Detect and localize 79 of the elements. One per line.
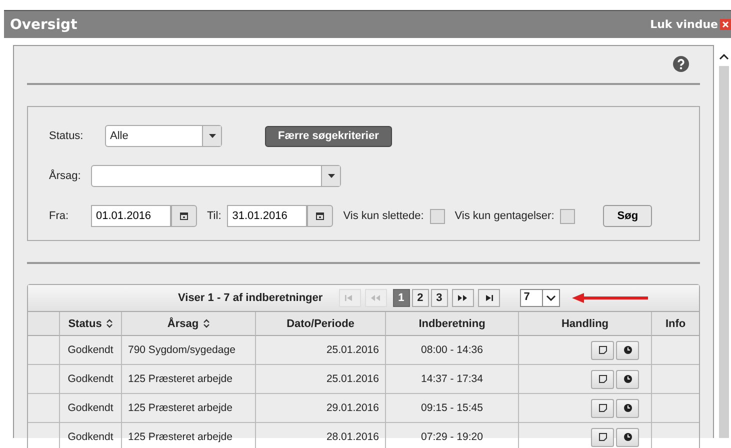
clock-button[interactable] [616, 340, 639, 360]
column-header: Indberetning [386, 312, 519, 336]
clock-button[interactable] [616, 398, 639, 418]
skip-start-icon [345, 295, 354, 301]
window-title: Oversigt [10, 16, 78, 32]
sort-icon [202, 319, 210, 328]
caret-icon [208, 134, 216, 138]
close-icon [720, 19, 731, 30]
note-button[interactable] [591, 398, 614, 418]
next-page-button[interactable] [452, 289, 474, 307]
checkbox[interactable] [430, 208, 445, 224]
note-button[interactable] [591, 428, 614, 446]
help-icon[interactable] [673, 56, 690, 72]
checkbox-label: Vis kun slettede: [343, 210, 424, 222]
calendar-button[interactable] [307, 205, 334, 227]
table-cell: 25.01.2016 [256, 365, 386, 394]
calendar-button[interactable] [171, 205, 197, 227]
clock-icon [624, 346, 632, 354]
table-cell: 125 Præsteret arbejde [122, 365, 256, 394]
status-dropdown[interactable]: Alle [105, 125, 222, 147]
table-cell: Godkendt [60, 423, 122, 448]
search-button[interactable]: Søg [603, 205, 652, 227]
page-button[interactable]: 1 [392, 289, 410, 307]
sortable-column-header[interactable]: Status [60, 312, 122, 336]
table-cell: 29.01.2016 [256, 394, 386, 423]
scroll-up-icon [719, 54, 730, 60]
table-cell: 790 Sygdom/sygedage [122, 336, 256, 365]
table-cell: 08:00 - 14:36 [386, 336, 519, 365]
calendar-icon [180, 212, 188, 220]
table-cell: 28.01.2016 [256, 423, 386, 448]
sortable-column-header[interactable]: Årsag [122, 312, 256, 336]
skip-end-icon [484, 295, 494, 301]
note-icon [598, 375, 606, 383]
checkbox[interactable] [560, 208, 576, 224]
field-label: Til: [207, 210, 222, 222]
page-button[interactable]: 2 [412, 289, 429, 307]
note-button[interactable] [591, 370, 614, 388]
clock-icon [624, 375, 632, 383]
fewer-criteria-button[interactable]: Færre søgekriterier [265, 126, 392, 146]
note-icon [598, 346, 606, 354]
column-header: Handling [519, 312, 652, 336]
results-summary: Viser 1 - 7 af indberetninger [178, 292, 323, 304]
checkbox-label: Vis kun gentagelser: [454, 210, 554, 222]
row-selector-cell [28, 394, 60, 423]
chevron-down-icon [546, 295, 556, 301]
clock-button[interactable] [616, 428, 639, 446]
page-size-dropdown[interactable]: 7 [520, 289, 560, 307]
column-header: Dato/Periode [256, 312, 386, 336]
note-icon [598, 404, 606, 412]
last-page-button[interactable] [478, 289, 500, 307]
table-cell: 125 Præsteret arbejde [122, 394, 256, 423]
column-header [28, 312, 60, 336]
field-label: Årsag: [49, 170, 82, 182]
row-selector-cell [28, 336, 60, 365]
note-button[interactable] [591, 340, 614, 360]
calendar-icon [316, 212, 324, 220]
table-cell: 14:37 - 17:34 [386, 365, 519, 394]
table-cell: 07:29 - 19:20 [386, 423, 519, 448]
column-header: Info [652, 312, 700, 336]
table-cell: 25.01.2016 [256, 336, 386, 365]
clock-icon [624, 433, 632, 441]
page-button[interactable]: 3 [430, 289, 448, 307]
clock-icon [624, 404, 632, 412]
field-label: Status: [49, 130, 84, 142]
clock-button[interactable] [616, 370, 639, 388]
fast-forward-icon [458, 295, 468, 301]
table-cell: 125 Præsteret arbejde [122, 423, 256, 448]
row-selector-cell [28, 365, 60, 394]
table-cell: Godkendt [60, 336, 122, 365]
rewind-icon [371, 295, 380, 301]
note-icon [598, 433, 606, 441]
caret-icon [328, 174, 334, 178]
close-button[interactable]: Luk vindue [650, 18, 731, 31]
table-cell: Godkendt [60, 365, 122, 394]
to-date-field[interactable]: 31.01.2016 [227, 205, 308, 227]
table-cell: Godkendt [60, 394, 122, 423]
table-cell: 09:15 - 15:45 [386, 394, 519, 423]
from-date-field[interactable]: 01.01.2016 [91, 205, 171, 227]
sort-icon [106, 319, 113, 328]
